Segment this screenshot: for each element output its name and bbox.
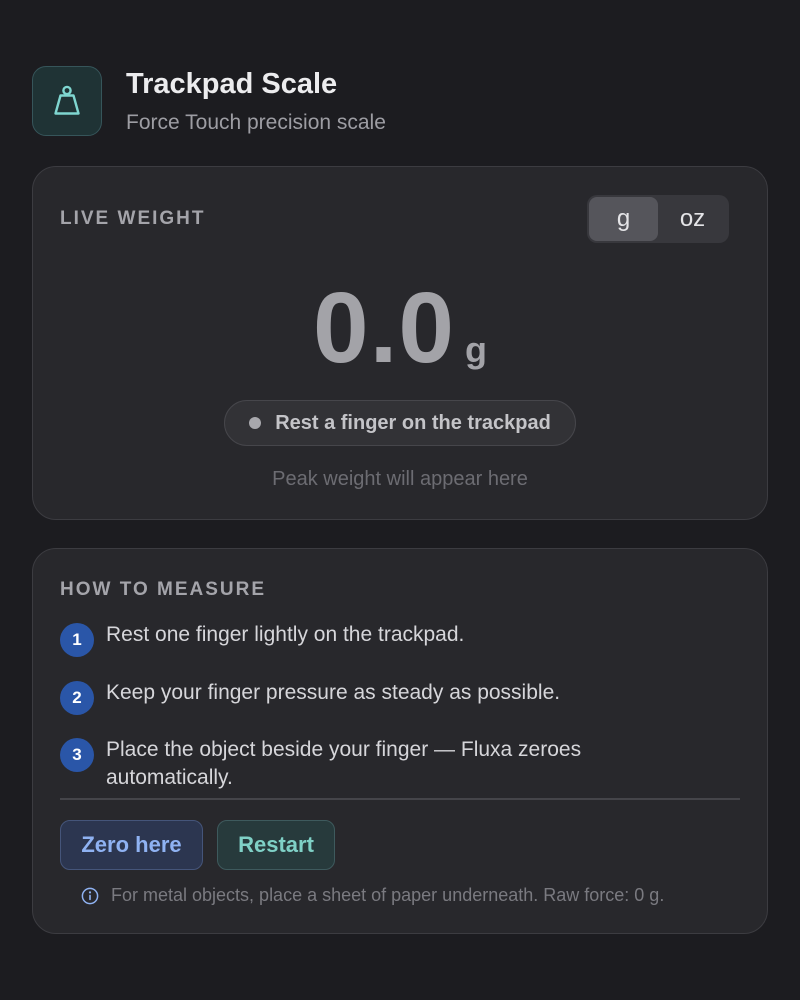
live-weight-card: LIVE WEIGHT g oz 0.0 g Rest a finger on t… <box>32 166 768 520</box>
unit-option-oz[interactable]: oz <box>658 197 727 241</box>
step-number-badge: 1 <box>60 623 94 657</box>
weight-value: 0.0 <box>312 272 455 384</box>
app-icon <box>32 66 102 136</box>
zero-here-button[interactable]: Zero here <box>60 820 203 870</box>
step-text: Rest one finger lightly on the trackpad. <box>106 623 465 646</box>
how-to-measure-card: HOW TO MEASURE 1 Rest one finger lightly… <box>32 548 768 934</box>
restart-button[interactable]: Restart <box>217 820 335 870</box>
peak-weight-text: Peak weight will appear here <box>272 468 528 490</box>
app-title: Trackpad Scale <box>126 68 338 100</box>
info-icon <box>81 887 99 904</box>
weight-icon <box>54 85 80 115</box>
status-pill: Rest a finger on the trackpad <box>224 400 576 446</box>
step-number-badge: 3 <box>60 738 94 772</box>
weight-unit: g <box>465 329 487 370</box>
step-number-badge: 2 <box>60 681 94 715</box>
unit-toggle[interactable]: g oz <box>587 195 729 243</box>
step-text: Keep your finger pressure as steady as p… <box>106 681 561 704</box>
step-text: Place the object beside your finger — Fl… <box>106 738 582 789</box>
step-item: 3 Place the object beside your finger — … <box>60 736 710 792</box>
step-item: 1 Rest one finger lightly on the trackpa… <box>60 621 710 657</box>
unit-option-g[interactable]: g <box>589 197 658 241</box>
weight-readout: 0.0 g <box>33 271 767 386</box>
divider <box>60 798 740 800</box>
app-subtitle: Force Touch precision scale <box>126 111 386 134</box>
live-weight-label: LIVE WEIGHT <box>60 208 206 229</box>
status-dot-icon <box>249 417 262 429</box>
status-text: Rest a finger on the trackpad <box>275 411 551 434</box>
step-item: 2 Keep your finger pressure as steady as… <box>60 679 710 715</box>
hint: For metal objects, place a sheet of pape… <box>81 885 664 906</box>
how-to-measure-label: HOW TO MEASURE <box>60 579 267 600</box>
hint-text: For metal objects, place a sheet of pape… <box>111 885 665 905</box>
steps-list: 1 Rest one finger lightly on the trackpa… <box>60 621 710 814</box>
